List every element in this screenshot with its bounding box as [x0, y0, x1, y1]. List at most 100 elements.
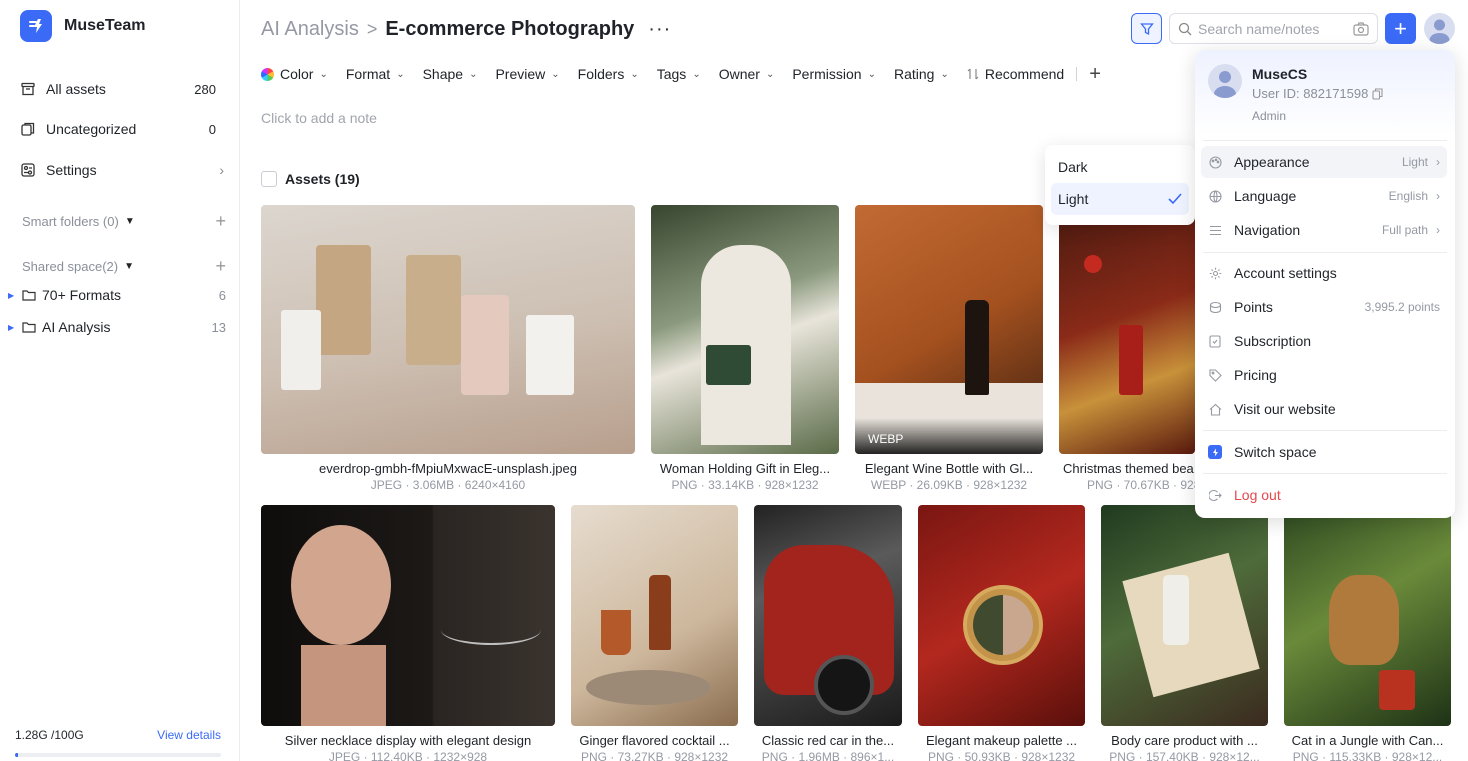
copy-icon[interactable] [1372, 87, 1383, 100]
asset-meta: WEBP · 26.09KB · 928×1232 [870, 478, 1028, 492]
smart-folders-header[interactable]: Smart folders (0) ▼ + [22, 211, 226, 232]
avatar [1208, 64, 1242, 98]
asset-meta: PNG · 115.33KB · 928×12... [1292, 750, 1443, 761]
folder-item[interactable]: ▶ AI Analysis 13 [8, 316, 226, 338]
asset-card[interactable]: everdrop-gmbh-fMpiuMxwacE-unsplash.jpeg … [261, 205, 635, 495]
assets-header: Assets (19) [261, 171, 360, 187]
sort-icon [967, 68, 979, 80]
asset-thumbnail[interactable] [261, 505, 555, 726]
menu-language[interactable]: Language English › [1201, 180, 1447, 212]
nav-all-assets[interactable]: All assets 280 [20, 75, 224, 103]
asset-card[interactable]: WEBP Elegant Wine Bottle with Gl... WEBP… [855, 205, 1043, 495]
add-shared-folder-icon[interactable]: + [215, 256, 226, 277]
add-button[interactable]: + [1385, 13, 1416, 44]
menu-appearance[interactable]: Appearance Light › [1201, 146, 1447, 178]
asset-thumbnail[interactable] [1101, 505, 1268, 726]
storage-info: 1.28G /100G View details [15, 728, 221, 742]
tag-icon [1208, 368, 1222, 382]
asset-thumbnail[interactable] [754, 505, 902, 726]
add-filter-icon[interactable]: + [1089, 63, 1101, 86]
folder-icon [22, 289, 36, 301]
nav-count: 0 [208, 121, 216, 137]
asset-meta: JPEG · 3.06MB · 6240×4160 [370, 478, 526, 492]
menu-label: Account settings [1234, 265, 1337, 281]
account-name: MuseCS [1252, 66, 1308, 82]
asset-thumbnail[interactable] [571, 505, 738, 726]
filter-color[interactable]: Color ⌄ [261, 66, 328, 82]
chevron-down-icon: ⌄ [765, 68, 775, 80]
filter-button[interactable] [1131, 13, 1162, 44]
theme-option-light[interactable]: Light [1051, 183, 1189, 215]
menu-subscription[interactable]: Subscription [1201, 325, 1447, 357]
asset-thumbnail[interactable] [1059, 205, 1195, 454]
filter-label: Shape [422, 66, 464, 82]
asset-thumbnail[interactable] [261, 205, 635, 454]
theme-option-label: Dark [1058, 159, 1088, 175]
brand[interactable]: MuseTeam [20, 10, 146, 42]
asset-card[interactable]: Classic red car in the... PNG · 1.96MB ·… [754, 505, 902, 761]
expand-caret-icon[interactable]: ▶ [8, 323, 22, 332]
asset-name: Body care product with ... [1111, 733, 1258, 748]
asset-card[interactable]: Body care product with ... PNG · 157.40K… [1101, 505, 1268, 761]
filter-format[interactable]: Format ⌄ [346, 66, 405, 82]
filter-label: Rating [893, 66, 935, 82]
search-input[interactable] [1198, 20, 1338, 37]
menu-label: Language [1234, 188, 1297, 204]
menu-account-settings[interactable]: Account settings [1201, 257, 1447, 289]
menu-visit-website[interactable]: Visit our website [1201, 393, 1447, 425]
divider [1076, 67, 1078, 81]
filter-tags[interactable]: Tags ⌄ [657, 66, 701, 82]
subscription-icon [1208, 334, 1222, 348]
filter-preview[interactable]: Preview ⌄ [495, 66, 559, 82]
asset-card[interactable]: Elegant makeup palette ... PNG · 50.93KB… [918, 505, 1085, 761]
asset-card[interactable]: Silver necklace display with elegant des… [261, 505, 555, 761]
asset-thumbnail[interactable]: WEBP [855, 205, 1043, 454]
asset-card[interactable]: Woman Holding Gift in Eleg... PNG · 33.1… [651, 205, 839, 495]
caret-down-icon[interactable]: ▼ [124, 261, 134, 272]
folder-count: 6 [218, 287, 226, 303]
asset-thumbnail[interactable] [651, 205, 839, 454]
filter-owner[interactable]: Owner ⌄ [719, 66, 775, 82]
nav-settings[interactable]: Settings › [20, 156, 224, 184]
avatar[interactable] [1424, 13, 1455, 44]
folder-icon [22, 321, 36, 333]
shared-space-header[interactable]: Shared space(2) ▼ + [22, 256, 226, 277]
caret-down-icon[interactable]: ▼ [125, 216, 135, 227]
filter-folders[interactable]: Folders ⌄ [578, 66, 639, 82]
asset-thumbnail[interactable] [918, 505, 1085, 726]
note-input[interactable]: Click to add a note [261, 110, 377, 126]
expand-caret-icon[interactable]: ▶ [8, 291, 22, 300]
menu-pricing[interactable]: Pricing [1201, 359, 1447, 391]
asset-name: Classic red car in the... [761, 733, 895, 748]
folder-item[interactable]: ▶ 70+ Formats 6 [8, 284, 226, 306]
menu-navigation[interactable]: Navigation Full path › [1201, 214, 1447, 246]
menu-points[interactable]: Points 3,995.2 points [1201, 291, 1447, 323]
folder-label: AI Analysis [42, 319, 111, 335]
breadcrumb-parent[interactable]: AI Analysis [261, 18, 359, 41]
menu-logout[interactable]: Log out [1201, 479, 1447, 511]
asset-card[interactable]: Ginger flavored cocktail ... PNG · 73.27… [571, 505, 738, 761]
filter-permission[interactable]: Permission ⌄ [792, 66, 876, 82]
chevron-down-icon: ⌄ [692, 68, 701, 80]
menu-switch-space[interactable]: Switch space [1201, 436, 1447, 468]
divider [1203, 430, 1447, 431]
folder-label: 70+ Formats [42, 287, 121, 303]
add-smart-folder-icon[interactable]: + [215, 211, 226, 232]
view-details-link[interactable]: View details [157, 728, 221, 742]
search-box[interactable] [1169, 13, 1378, 44]
select-all-checkbox[interactable] [261, 171, 277, 187]
filter-shape[interactable]: Shape ⌄ [423, 66, 478, 82]
shared-space-label: Shared space(2) [22, 259, 119, 274]
nav-uncategorized[interactable]: Uncategorized 0 [20, 115, 224, 143]
asset-name: Christmas themed bea [1063, 461, 1194, 476]
filter-rating[interactable]: Rating ⌄ [894, 66, 949, 82]
more-options-icon[interactable]: ··· [648, 18, 671, 41]
asset-thumbnail[interactable] [1284, 505, 1451, 726]
recommend-button[interactable]: Recommend [967, 66, 1064, 82]
asset-meta: PNG · 70.67KB · 928 [1087, 478, 1195, 492]
asset-card[interactable]: Cat in a Jungle with Can... PNG · 115.33… [1284, 505, 1451, 761]
asset-card[interactable]: Christmas themed bea PNG · 70.67KB · 928 [1059, 205, 1195, 495]
theme-option-dark[interactable]: Dark [1051, 151, 1189, 183]
chevron-down-icon: ⌄ [469, 68, 478, 80]
camera-icon[interactable] [1353, 21, 1369, 36]
